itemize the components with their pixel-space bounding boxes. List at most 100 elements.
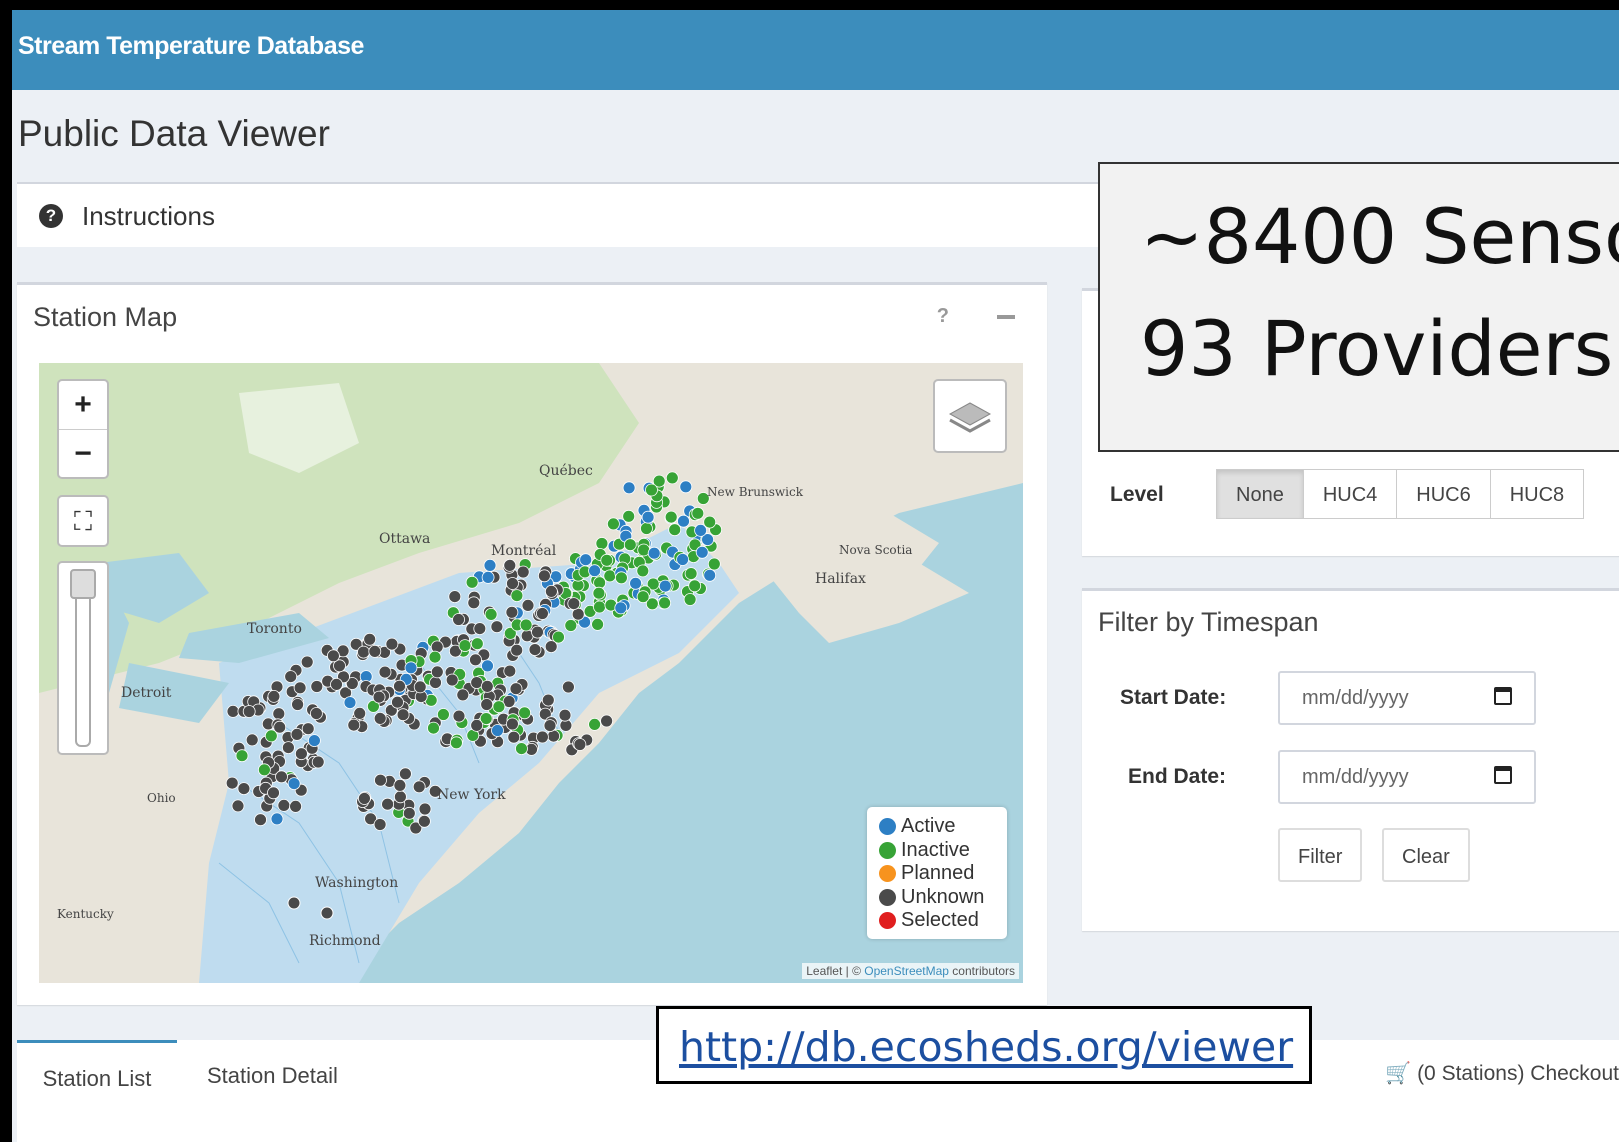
station-point[interactable] <box>567 597 581 611</box>
station-point[interactable] <box>284 670 298 684</box>
station-point[interactable] <box>622 481 636 495</box>
checkout-button[interactable]: 🛒 (0 Stations) Checkout <box>1385 1062 1619 1086</box>
help-button[interactable]: ? <box>937 305 949 328</box>
station-point[interactable] <box>588 564 601 578</box>
station-point[interactable] <box>607 517 620 531</box>
station-point[interactable] <box>505 717 519 731</box>
station-point[interactable] <box>452 613 466 626</box>
station-point[interactable] <box>636 590 650 604</box>
station-point[interactable] <box>287 896 301 910</box>
station-point[interactable] <box>640 522 653 535</box>
station-point[interactable] <box>309 707 323 720</box>
start-date-input[interactable]: mm/dd/yyyy <box>1278 671 1536 725</box>
level-huc6-button[interactable]: HUC6 <box>1396 469 1491 519</box>
end-date-input[interactable]: mm/dd/yyyy <box>1278 750 1536 804</box>
station-point[interactable] <box>562 680 575 694</box>
station-point[interactable] <box>470 676 484 690</box>
fullscreen-icon[interactable]: ⛶ <box>57 495 109 547</box>
station-point[interactable] <box>544 640 558 654</box>
station-point[interactable] <box>272 707 286 721</box>
station-point[interactable] <box>289 799 303 813</box>
clear-button[interactable]: Clear <box>1382 828 1470 882</box>
station-point[interactable] <box>509 682 523 696</box>
station-point[interactable] <box>294 747 308 761</box>
station-point[interactable] <box>614 601 628 615</box>
station-point[interactable] <box>480 679 494 693</box>
layers-icon[interactable] <box>933 379 1007 453</box>
station-point[interactable] <box>691 506 705 520</box>
station-point[interactable] <box>381 797 395 811</box>
station-point[interactable] <box>481 570 495 584</box>
station-point[interactable] <box>688 579 702 593</box>
station-point[interactable] <box>254 813 267 827</box>
station-point[interactable] <box>311 755 325 769</box>
station-point[interactable] <box>537 569 551 583</box>
tab-station-list[interactable]: Station List <box>17 1040 177 1115</box>
zoom-slider[interactable] <box>57 561 109 755</box>
station-point[interactable] <box>492 700 506 714</box>
station-point[interactable] <box>300 655 314 669</box>
station-point[interactable] <box>473 622 487 636</box>
station-point[interactable] <box>226 704 240 718</box>
station-point[interactable] <box>518 706 532 720</box>
station-point[interactable] <box>535 607 549 620</box>
leaflet-link[interactable]: Leaflet <box>806 964 842 978</box>
station-point[interactable] <box>418 802 432 816</box>
station-point[interactable] <box>676 553 689 566</box>
station-point[interactable] <box>326 649 340 663</box>
station-point[interactable] <box>428 650 442 664</box>
station-point[interactable] <box>592 586 606 600</box>
station-point[interactable] <box>396 708 410 722</box>
station-point[interactable] <box>245 733 259 747</box>
station-point[interactable] <box>515 742 528 756</box>
station-point[interactable] <box>363 632 377 646</box>
station-point[interactable] <box>257 763 271 777</box>
station-point[interactable] <box>343 696 357 710</box>
station-point[interactable] <box>595 537 609 550</box>
station-point[interactable] <box>600 714 613 728</box>
station-point[interactable] <box>579 553 593 567</box>
station-point[interactable] <box>357 792 371 805</box>
station-point[interactable] <box>436 708 450 721</box>
station-point[interactable] <box>264 729 278 743</box>
station-point[interactable] <box>647 546 661 560</box>
calendar-icon[interactable] <box>1494 687 1512 705</box>
station-point[interactable] <box>629 576 642 590</box>
station-point[interactable] <box>267 689 281 703</box>
station-point[interactable] <box>528 643 542 657</box>
station-point[interactable] <box>588 717 601 731</box>
station-point[interactable] <box>372 690 386 704</box>
station-point[interactable] <box>374 773 387 787</box>
station-point[interactable] <box>373 711 387 725</box>
station-point[interactable] <box>483 558 497 572</box>
station-point[interactable] <box>591 617 604 631</box>
viewer-url-link[interactable]: http://db.ecosheds.org/viewer <box>679 1023 1293 1071</box>
station-point[interactable] <box>668 523 682 537</box>
station-point[interactable] <box>615 571 628 585</box>
station-point[interactable] <box>573 738 587 751</box>
station-point[interactable] <box>267 786 280 800</box>
station-point[interactable] <box>543 719 557 733</box>
station-point[interactable] <box>402 806 416 820</box>
zoom-out-button[interactable]: − <box>59 430 107 478</box>
station-point[interactable] <box>353 706 367 720</box>
level-huc8-button[interactable]: HUC8 <box>1489 469 1585 519</box>
station-point[interactable] <box>623 538 637 552</box>
station-point[interactable] <box>458 639 472 653</box>
station-point[interactable] <box>307 734 321 748</box>
station-point[interactable] <box>357 645 370 659</box>
filter-button[interactable]: Filter <box>1278 828 1363 882</box>
station-point[interactable] <box>430 665 444 679</box>
station-point[interactable] <box>481 659 494 673</box>
station-point[interactable] <box>516 565 530 579</box>
station-point[interactable] <box>301 722 315 736</box>
station-point[interactable] <box>287 777 301 791</box>
station-point[interactable] <box>571 607 585 621</box>
station-point[interactable] <box>658 596 671 610</box>
station-point[interactable] <box>320 906 334 920</box>
station-point[interactable] <box>291 698 305 711</box>
station-point[interactable] <box>593 600 606 614</box>
station-point[interactable] <box>703 568 717 582</box>
tab-station-detail[interactable]: Station Detail <box>207 1040 338 1112</box>
station-point[interactable] <box>480 698 494 711</box>
